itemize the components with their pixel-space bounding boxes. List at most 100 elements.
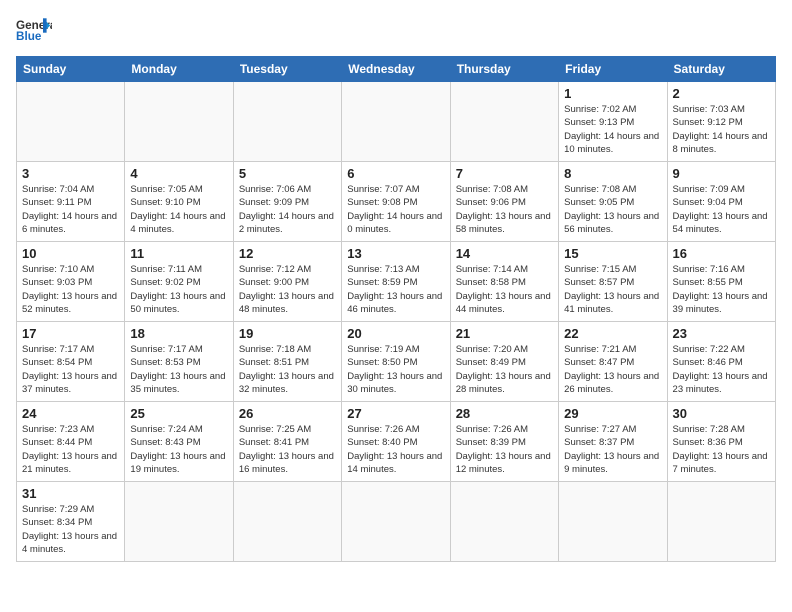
day-number: 10 (22, 246, 119, 261)
calendar-day-cell (450, 482, 558, 562)
calendar-day-cell: 14 Sunrise: 7:14 AM Sunset: 8:58 PM Dayli… (450, 242, 558, 322)
svg-text:Blue: Blue (16, 30, 42, 43)
calendar-day-cell: 20 Sunrise: 7:19 AM Sunset: 8:50 PM Dayli… (342, 322, 450, 402)
calendar-day-cell: 5Sunrise: 7:06 AM Sunset: 9:09 PM Daylig… (233, 162, 341, 242)
calendar-day-cell: 21Sunrise: 7:20 AM Sunset: 8:49 PM Dayli… (450, 322, 558, 402)
day-info: Sunrise: 7:11 AM Sunset: 9:02 PM Dayligh… (130, 263, 227, 316)
weekday-header-row: SundayMondayTuesdayWednesdayThursdayFrid… (17, 57, 776, 82)
calendar-body: 1 Sunrise: 7:02 AM Sunset: 9:13 PM Daylig… (17, 82, 776, 562)
day-info: Sunrise: 7:13 AM Sunset: 8:59 PM Dayligh… (347, 263, 444, 316)
weekday-header-cell: Tuesday (233, 57, 341, 82)
day-info: Sunrise: 7:08 AM Sunset: 9:06 PM Dayligh… (456, 183, 553, 236)
day-info: Sunrise: 7:19 AM Sunset: 8:50 PM Dayligh… (347, 343, 444, 396)
day-info: Sunrise: 7:15 AM Sunset: 8:57 PM Dayligh… (564, 263, 661, 316)
calendar-week-row: 31 Sunrise: 7:29 AM Sunset: 8:34 PM Dayli… (17, 482, 776, 562)
day-info: Sunrise: 7:26 AM Sunset: 8:39 PM Dayligh… (456, 423, 553, 476)
calendar-day-cell: 4 Sunrise: 7:05 AM Sunset: 9:10 PM Daylig… (125, 162, 233, 242)
calendar-week-row: 17 Sunrise: 7:17 AM Sunset: 8:54 PM Dayli… (17, 322, 776, 402)
calendar-day-cell: 27 Sunrise: 7:26 AM Sunset: 8:40 PM Dayli… (342, 402, 450, 482)
day-info: Sunrise: 7:10 AM Sunset: 9:03 PM Dayligh… (22, 263, 119, 316)
day-number: 14 (456, 246, 553, 261)
day-number: 11 (130, 246, 227, 261)
day-number: 1 (564, 86, 661, 101)
day-number: 30 (673, 406, 770, 421)
day-info: Sunrise: 7:05 AM Sunset: 9:10 PM Dayligh… (130, 183, 227, 236)
calendar-week-row: 10 Sunrise: 7:10 AM Sunset: 9:03 PM Dayli… (17, 242, 776, 322)
day-info: Sunrise: 7:07 AM Sunset: 9:08 PM Dayligh… (347, 183, 444, 236)
day-number: 18 (130, 326, 227, 341)
day-number: 20 (347, 326, 444, 341)
day-number: 7 (456, 166, 553, 181)
calendar-day-cell: 8Sunrise: 7:08 AM Sunset: 9:05 PM Daylig… (559, 162, 667, 242)
day-number: 12 (239, 246, 336, 261)
calendar-day-cell: 19 Sunrise: 7:18 AM Sunset: 8:51 PM Dayli… (233, 322, 341, 402)
calendar-day-cell: 22 Sunrise: 7:21 AM Sunset: 8:47 PM Dayli… (559, 322, 667, 402)
calendar-day-cell: 17 Sunrise: 7:17 AM Sunset: 8:54 PM Dayli… (17, 322, 125, 402)
day-info: Sunrise: 7:18 AM Sunset: 8:51 PM Dayligh… (239, 343, 336, 396)
day-info: Sunrise: 7:27 AM Sunset: 8:37 PM Dayligh… (564, 423, 661, 476)
day-number: 13 (347, 246, 444, 261)
calendar-day-cell (125, 82, 233, 162)
calendar-table: SundayMondayTuesdayWednesdayThursdayFrid… (16, 56, 776, 562)
day-number: 16 (673, 246, 770, 261)
day-number: 28 (456, 406, 553, 421)
day-info: Sunrise: 7:14 AM Sunset: 8:58 PM Dayligh… (456, 263, 553, 316)
calendar-day-cell: 2 Sunrise: 7:03 AM Sunset: 9:12 PM Daylig… (667, 82, 775, 162)
calendar-day-cell (342, 82, 450, 162)
day-number: 23 (673, 326, 770, 341)
day-info: Sunrise: 7:29 AM Sunset: 8:34 PM Dayligh… (22, 503, 119, 556)
weekday-header-cell: Thursday (450, 57, 558, 82)
weekday-header-cell: Wednesday (342, 57, 450, 82)
calendar-day-cell: 18Sunrise: 7:17 AM Sunset: 8:53 PM Dayli… (125, 322, 233, 402)
day-number: 27 (347, 406, 444, 421)
day-number: 17 (22, 326, 119, 341)
day-number: 22 (564, 326, 661, 341)
day-number: 29 (564, 406, 661, 421)
day-info: Sunrise: 7:17 AM Sunset: 8:54 PM Dayligh… (22, 343, 119, 396)
calendar-day-cell: 23 Sunrise: 7:22 AM Sunset: 8:46 PM Dayli… (667, 322, 775, 402)
calendar-day-cell: 10 Sunrise: 7:10 AM Sunset: 9:03 PM Dayli… (17, 242, 125, 322)
calendar-day-cell: 31 Sunrise: 7:29 AM Sunset: 8:34 PM Dayli… (17, 482, 125, 562)
calendar-day-cell: 3Sunrise: 7:04 AM Sunset: 9:11 PM Daylig… (17, 162, 125, 242)
day-number: 31 (22, 486, 119, 501)
calendar-day-cell: 30 Sunrise: 7:28 AM Sunset: 8:36 PM Dayli… (667, 402, 775, 482)
day-info: Sunrise: 7:23 AM Sunset: 8:44 PM Dayligh… (22, 423, 119, 476)
calendar-day-cell: 11 Sunrise: 7:11 AM Sunset: 9:02 PM Dayli… (125, 242, 233, 322)
day-number: 2 (673, 86, 770, 101)
day-info: Sunrise: 7:28 AM Sunset: 8:36 PM Dayligh… (673, 423, 770, 476)
day-info: Sunrise: 7:25 AM Sunset: 8:41 PM Dayligh… (239, 423, 336, 476)
day-info: Sunrise: 7:06 AM Sunset: 9:09 PM Dayligh… (239, 183, 336, 236)
day-number: 24 (22, 406, 119, 421)
day-info: Sunrise: 7:21 AM Sunset: 8:47 PM Dayligh… (564, 343, 661, 396)
calendar-day-cell (450, 82, 558, 162)
day-info: Sunrise: 7:09 AM Sunset: 9:04 PM Dayligh… (673, 183, 770, 236)
calendar-day-cell: 1 Sunrise: 7:02 AM Sunset: 9:13 PM Daylig… (559, 82, 667, 162)
weekday-header-cell: Monday (125, 57, 233, 82)
day-info: Sunrise: 7:16 AM Sunset: 8:55 PM Dayligh… (673, 263, 770, 316)
day-info: Sunrise: 7:22 AM Sunset: 8:46 PM Dayligh… (673, 343, 770, 396)
weekday-header-cell: Friday (559, 57, 667, 82)
day-number: 26 (239, 406, 336, 421)
calendar-day-cell: 7 Sunrise: 7:08 AM Sunset: 9:06 PM Daylig… (450, 162, 558, 242)
day-number: 15 (564, 246, 661, 261)
day-number: 21 (456, 326, 553, 341)
weekday-header-cell: Saturday (667, 57, 775, 82)
calendar-day-cell (233, 482, 341, 562)
weekday-header-cell: Sunday (17, 57, 125, 82)
day-info: Sunrise: 7:26 AM Sunset: 8:40 PM Dayligh… (347, 423, 444, 476)
calendar-day-cell (342, 482, 450, 562)
day-info: Sunrise: 7:12 AM Sunset: 9:00 PM Dayligh… (239, 263, 336, 316)
calendar-day-cell: 12 Sunrise: 7:12 AM Sunset: 9:00 PM Dayli… (233, 242, 341, 322)
day-number: 19 (239, 326, 336, 341)
day-number: 4 (130, 166, 227, 181)
calendar-day-cell (667, 482, 775, 562)
calendar-day-cell: 24 Sunrise: 7:23 AM Sunset: 8:44 PM Dayli… (17, 402, 125, 482)
day-info: Sunrise: 7:03 AM Sunset: 9:12 PM Dayligh… (673, 103, 770, 156)
calendar-day-cell: 29 Sunrise: 7:27 AM Sunset: 8:37 PM Dayli… (559, 402, 667, 482)
day-info: Sunrise: 7:24 AM Sunset: 8:43 PM Dayligh… (130, 423, 227, 476)
calendar-day-cell: 6Sunrise: 7:07 AM Sunset: 9:08 PM Daylig… (342, 162, 450, 242)
calendar-day-cell: 25Sunrise: 7:24 AM Sunset: 8:43 PM Dayli… (125, 402, 233, 482)
day-number: 3 (22, 166, 119, 181)
calendar-week-row: 24 Sunrise: 7:23 AM Sunset: 8:44 PM Dayli… (17, 402, 776, 482)
day-info: Sunrise: 7:02 AM Sunset: 9:13 PM Dayligh… (564, 103, 661, 156)
